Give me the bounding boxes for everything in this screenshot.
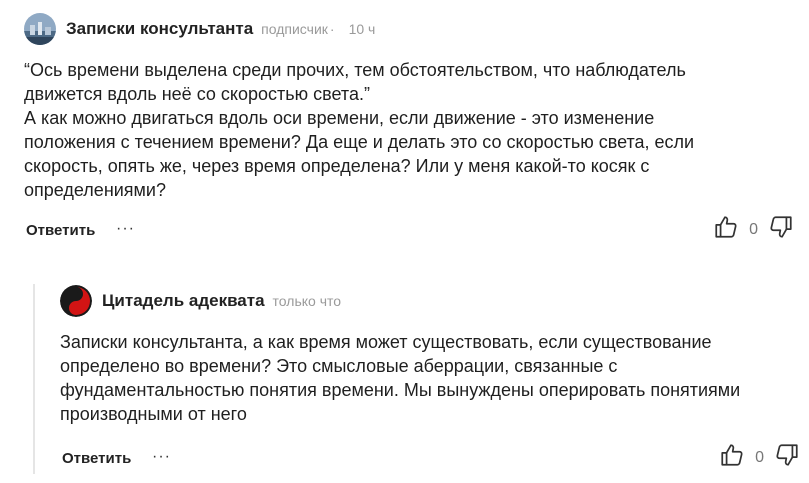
thumbs-up-icon[interactable] bbox=[713, 214, 739, 240]
avatar[interactable] bbox=[24, 13, 56, 45]
comment-time: только что bbox=[272, 293, 342, 309]
comment-actions: Ответить ··· 0 bbox=[24, 216, 794, 252]
comment-text: “Ось времени выделена среди прочих, тем … bbox=[24, 60, 695, 200]
comment-text: Записки консультанта, а как время может … bbox=[60, 332, 741, 424]
vote-controls: 0 bbox=[713, 214, 794, 240]
meta-separator: · bbox=[329, 21, 335, 37]
thumbs-down-icon[interactable] bbox=[774, 442, 800, 468]
like-count: 0 bbox=[755, 449, 764, 466]
reply-button[interactable]: Ответить bbox=[62, 450, 131, 467]
yin-yang-icon bbox=[60, 285, 92, 317]
comment-header: Цитадель адеквата только что bbox=[60, 284, 800, 318]
more-options-button[interactable]: ··· bbox=[116, 220, 135, 238]
comment-header: Записки консультанта подписчик · 10 ч bbox=[24, 12, 794, 46]
comment-actions: Ответить ··· 0 bbox=[60, 444, 800, 480]
thumbs-down-icon[interactable] bbox=[768, 214, 794, 240]
more-options-button[interactable]: ··· bbox=[152, 448, 171, 466]
reply-button[interactable]: Ответить bbox=[26, 222, 95, 239]
vote-controls: 0 bbox=[719, 442, 800, 468]
thread-line bbox=[33, 284, 35, 474]
author-name[interactable]: Цитадель адеквата bbox=[102, 291, 265, 311]
subscriber-badge: подписчик bbox=[261, 21, 328, 37]
comment-1: Записки консультанта подписчик · 10 ч “О… bbox=[24, 12, 794, 252]
thumbs-up-icon[interactable] bbox=[719, 442, 745, 468]
like-count: 0 bbox=[749, 221, 758, 238]
comment-time: 10 ч bbox=[348, 21, 376, 37]
landscape-photo-icon bbox=[24, 13, 56, 45]
author-name[interactable]: Записки консультанта bbox=[66, 19, 253, 39]
avatar[interactable] bbox=[60, 285, 92, 317]
comment-2: Цитадель адеквата только что Записки кон… bbox=[60, 284, 800, 480]
